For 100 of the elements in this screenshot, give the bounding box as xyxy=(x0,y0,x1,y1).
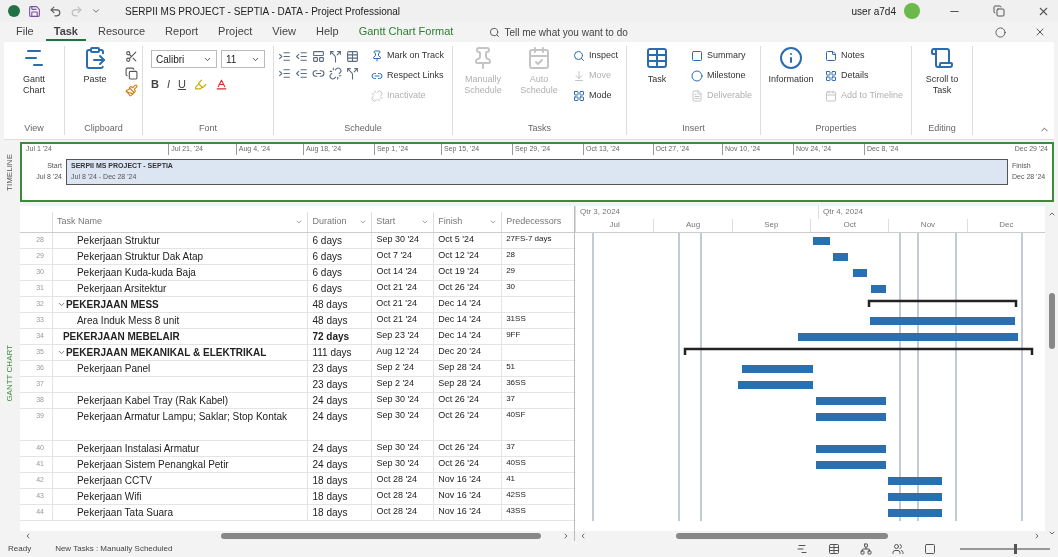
predecessors-cell: 40SF xyxy=(501,409,574,440)
start-cell: Oct 28 '24 xyxy=(371,473,434,488)
tell-me-field[interactable]: Tell me what you want to do xyxy=(489,24,695,40)
scroll-left-icon[interactable] xyxy=(24,532,32,540)
ribbon-icon xyxy=(371,70,383,82)
month-label: Dec xyxy=(966,218,1045,232)
restore-icon[interactable] xyxy=(993,5,1005,17)
scrollbar-thumb[interactable] xyxy=(221,533,541,539)
ribbon-tab[interactable]: View xyxy=(264,23,304,41)
column-header[interactable]: Duration xyxy=(307,212,372,232)
format-painter-icon[interactable] xyxy=(125,84,138,97)
schedule-icon[interactable] xyxy=(329,67,342,80)
ribbon-button[interactable]: Information xyxy=(765,46,818,86)
start-cell: Sep 23 '24 xyxy=(371,329,434,344)
scroll-right-icon[interactable] xyxy=(1033,532,1041,540)
scroll-left-icon[interactable] xyxy=(579,532,587,540)
task-name: Pekerjaan Struktur Dak Atap xyxy=(76,250,204,263)
font-style-button[interactable]: I xyxy=(166,76,170,93)
copy-icon[interactable] xyxy=(125,67,138,80)
ribbon-tab[interactable]: Help xyxy=(308,23,347,41)
collapse-icon[interactable] xyxy=(56,300,66,309)
new-tasks-mode[interactable]: New Tasks : Manually Scheduled xyxy=(55,543,173,555)
font-style-button[interactable]: B xyxy=(151,76,159,93)
finish-cell: Nov 16 '24 xyxy=(433,505,502,520)
duration-cell: 111 days xyxy=(307,345,372,360)
ribbon-button[interactable]: Scroll to Task xyxy=(916,46,969,97)
schedule-icon[interactable] xyxy=(312,67,325,80)
ribbon-tab[interactable]: Project xyxy=(210,23,261,41)
collapse-icon[interactable] xyxy=(56,348,66,357)
task-name: PEKERJAAN MEBELAIR xyxy=(62,330,180,343)
report-view-icon[interactable] xyxy=(924,543,936,555)
ribbon-button[interactable]: Respect Links xyxy=(367,66,448,86)
ribbon-tab[interactable]: Gantt Chart Format xyxy=(350,23,462,41)
ribbon-button[interactable]: Task xyxy=(631,46,684,86)
scrollbar-thumb[interactable] xyxy=(676,533,888,539)
font-color-icon[interactable] xyxy=(214,77,228,91)
schedule-icon[interactable] xyxy=(278,50,291,63)
schedule-icon[interactable] xyxy=(312,50,325,63)
schedule-icon[interactable] xyxy=(329,50,342,63)
ribbon-button[interactable]: Paste xyxy=(69,46,121,86)
task-name: PEKERJAAN MEKANIKAL & ELEKTRIKAL xyxy=(65,346,267,359)
finish-cell: Oct 26 '24 xyxy=(433,281,502,296)
gantt-view-icon[interactable] xyxy=(796,543,808,555)
ribbon-button[interactable]: Gantt Chart xyxy=(8,46,60,97)
ribbon-icon xyxy=(527,46,551,70)
ribbon-button[interactable]: Notes xyxy=(821,46,908,66)
duration-cell: 24 days xyxy=(307,409,372,440)
scroll-down-icon[interactable] xyxy=(1047,529,1056,537)
column-header[interactable]: Start xyxy=(371,212,434,232)
summary-bar[interactable] xyxy=(683,347,1034,355)
summary-bar[interactable] xyxy=(867,299,1018,307)
group-label: Font xyxy=(198,121,218,135)
schedule-icon[interactable] xyxy=(295,67,308,80)
start-cell: Sep 30 '24 xyxy=(371,233,434,248)
ribbon-button[interactable]: Inspect xyxy=(569,46,623,66)
font-style-button[interactable]: U xyxy=(178,76,186,93)
ribbon-button[interactable]: Details xyxy=(821,66,908,86)
column-header[interactable]: Finish xyxy=(433,212,502,232)
column-header[interactable]: Predecessors xyxy=(501,212,574,232)
ribbon-button[interactable]: Mode xyxy=(569,86,623,106)
window-title: SERPII MS PROJECT - SEPTIA - DATA - Project Professional xyxy=(125,4,401,19)
ribbon-button[interactable]: Milestone xyxy=(687,66,757,86)
task-name: Pekerjaan CCTV xyxy=(76,474,152,487)
ribbon-icon xyxy=(645,46,670,70)
column-header[interactable]: Task Name xyxy=(51,212,308,232)
cut-icon[interactable] xyxy=(125,50,138,63)
ribbon-button[interactable]: Mark on Track xyxy=(367,46,448,66)
schedule-icon[interactable] xyxy=(346,67,359,80)
network-view-icon[interactable] xyxy=(860,543,872,555)
scroll-right-icon[interactable] xyxy=(562,532,570,540)
ribbon-tab[interactable]: Resource xyxy=(90,23,154,41)
finish-cell: Nov 16 '24 xyxy=(433,489,502,504)
ribbon-button[interactable]: Summary xyxy=(687,46,757,66)
customize-icon[interactable] xyxy=(91,6,101,16)
schedule-icon[interactable] xyxy=(346,50,359,63)
zoom-slider-thumb[interactable] xyxy=(1014,544,1017,554)
scrollbar-thumb[interactable] xyxy=(1048,293,1055,349)
ribbon-tab[interactable]: File xyxy=(8,23,42,41)
save-icon[interactable] xyxy=(28,4,41,18)
finish-cell: Oct 12 '24 xyxy=(433,249,502,264)
duration-cell: 18 days xyxy=(307,473,372,488)
undo-icon[interactable] xyxy=(49,4,62,18)
duration-cell: 6 days xyxy=(307,249,372,264)
start-cell: Oct 28 '24 xyxy=(371,505,434,520)
schedule-icon[interactable] xyxy=(278,67,291,80)
scroll-up-icon[interactable] xyxy=(1047,210,1056,218)
schedule-icon[interactable] xyxy=(295,50,308,63)
font-name-field[interactable]: Calibri xyxy=(151,50,217,68)
task-usage-icon[interactable] xyxy=(828,543,840,555)
ribbon-tab[interactable]: Report xyxy=(157,23,207,41)
font-size-field[interactable]: 11 xyxy=(221,50,265,68)
duration-cell: 18 days xyxy=(307,505,372,520)
finish-cell: Oct 5 '24 xyxy=(433,233,502,248)
close-icon[interactable] xyxy=(1034,26,1046,38)
group-label: Editing xyxy=(927,121,957,135)
predecessors-cell: 29 xyxy=(501,265,574,280)
group-label: Tasks xyxy=(527,121,553,135)
ribbon-display-icon[interactable] xyxy=(995,26,1006,38)
resource-view-icon[interactable] xyxy=(892,543,904,555)
ribbon-icon xyxy=(371,90,383,102)
